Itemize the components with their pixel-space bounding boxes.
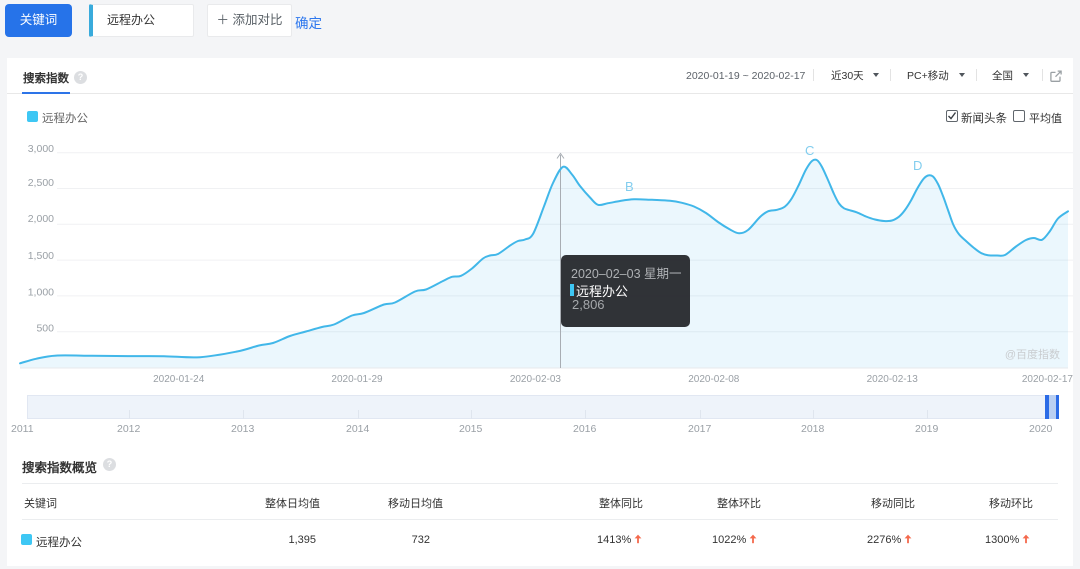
svg-text:3,000: 3,000 bbox=[28, 143, 54, 155]
svg-text:2,500: 2,500 bbox=[28, 177, 54, 189]
svg-text:D: D bbox=[913, 158, 922, 173]
svg-text:1,500: 1,500 bbox=[28, 250, 54, 262]
svg-text:C: C bbox=[805, 143, 814, 158]
svg-text:2020-01-29: 2020-01-29 bbox=[331, 374, 383, 385]
svg-text:2020-02-03: 2020-02-03 bbox=[510, 374, 562, 385]
svg-text:2020-02-17: 2020-02-17 bbox=[1022, 374, 1073, 385]
svg-text:2,000: 2,000 bbox=[28, 213, 54, 225]
svg-text:500: 500 bbox=[36, 323, 54, 335]
svg-text:2020-02-08: 2020-02-08 bbox=[688, 374, 740, 385]
svg-text:2020-01-24: 2020-01-24 bbox=[153, 374, 205, 385]
svg-text:1,000: 1,000 bbox=[28, 287, 54, 299]
svg-text:@百度指数: @百度指数 bbox=[1005, 347, 1060, 361]
svg-text:B: B bbox=[625, 179, 634, 194]
svg-text:2020-02-13: 2020-02-13 bbox=[867, 374, 919, 385]
